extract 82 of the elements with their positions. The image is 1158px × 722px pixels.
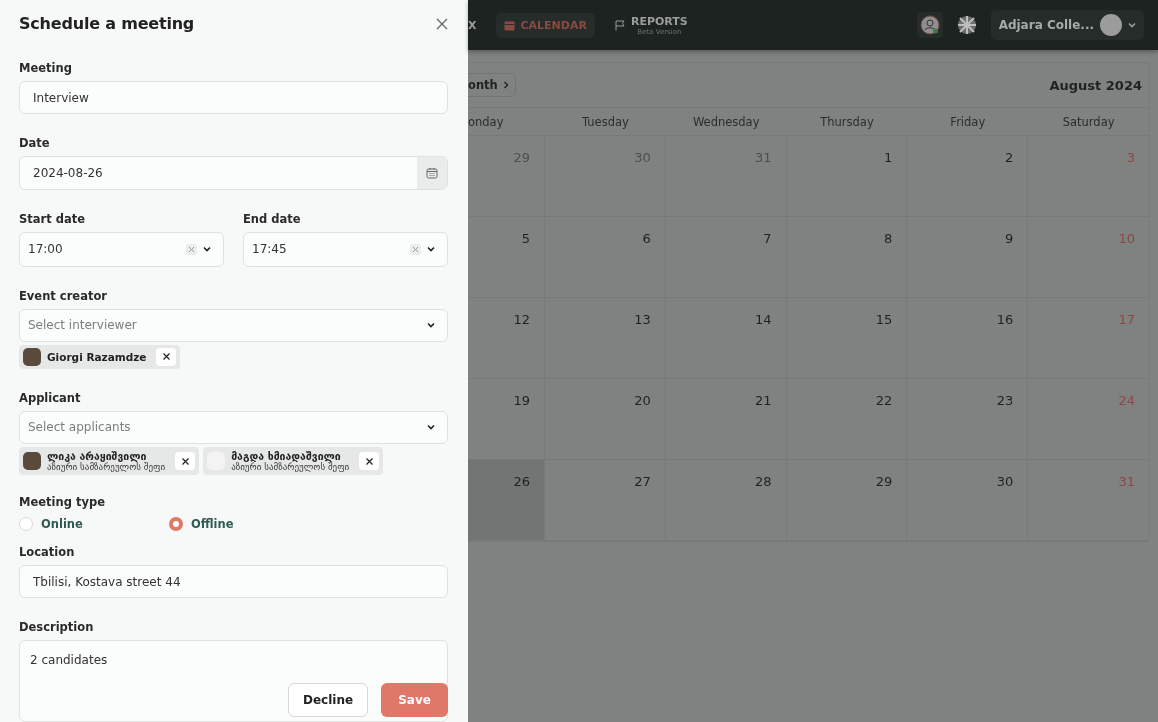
radio-label[interactable]: Offline [191, 517, 234, 531]
day-cell[interactable]: 2 [907, 136, 1029, 217]
chip-role: აზიური სამზარეულოს შეფი [231, 462, 350, 472]
meeting-field[interactable]: Interview [19, 81, 448, 115]
day-cell[interactable]: 28 [665, 460, 787, 541]
field-label: Applicant [19, 390, 81, 405]
field-label: Meeting type [19, 495, 105, 509]
radio-button[interactable] [169, 517, 183, 531]
day-cell[interactable]: 8 [786, 217, 908, 298]
field-label: End date [243, 211, 301, 226]
weekday-header: Thursday [786, 108, 908, 136]
clear-icon[interactable] [186, 243, 197, 255]
next-month-button[interactable]: onth [468, 73, 516, 97]
account-menu[interactable]: Adjara Colle... [990, 10, 1144, 40]
description-field[interactable]: 2 candidates Decline Save [19, 640, 448, 722]
time-select[interactable]: 17:45 [243, 231, 448, 267]
field-label: Date [19, 136, 50, 151]
day-cell[interactable]: 5 [468, 217, 545, 298]
remove-button[interactable] [156, 347, 177, 366]
time-select[interactable]: 17:00 [19, 231, 224, 267]
month-title: August 2024 [1049, 77, 1142, 93]
field-label: Meeting [19, 61, 72, 76]
day-cell[interactable]: 23 [907, 379, 1029, 460]
day-cell[interactable]: 15 [786, 298, 908, 379]
nav-tab[interactable]: X [468, 12, 485, 38]
weekday-header: Friday [907, 108, 1029, 136]
chevron-down-icon [427, 424, 435, 431]
dialog-title: Schedule a meeting [19, 14, 195, 34]
day-cell[interactable]: 29 [786, 460, 908, 541]
field-label: Start date [19, 211, 85, 226]
close-icon [365, 457, 373, 465]
field-label: Description [19, 620, 94, 635]
chip-role: აზიური სამზარეულოს შეფი [47, 462, 166, 472]
weekday-header: Wednesday [665, 108, 787, 136]
calendar-button[interactable] [417, 157, 447, 189]
location-field[interactable]: Tbilisi, Kostava street 44 [19, 565, 448, 599]
weekday-header: Saturday [1028, 108, 1149, 136]
day-cell[interactable]: 13 [545, 298, 666, 379]
calendar-icon [504, 19, 516, 31]
day-cell[interactable]: 1 [786, 136, 908, 217]
description-text: 2 candidates [30, 653, 108, 668]
weekday-header: Tuesday [545, 108, 666, 136]
day-cell[interactable]: 16 [907, 298, 1029, 379]
day-cell[interactable]: 21 [665, 379, 787, 460]
profile-button[interactable] [916, 12, 943, 38]
day-cell[interactable]: 20 [545, 379, 666, 460]
chip-name: Giorgi Razamdze [47, 350, 147, 363]
calendar-icon [426, 167, 438, 180]
chip-name: მაგდა ხმიადაშვილი [231, 450, 342, 462]
day-cell[interactable]: 6 [545, 217, 666, 298]
field-label: Location [19, 545, 75, 559]
nav-tab[interactable]: CALENDAR [496, 12, 595, 38]
day-cell[interactable]: 22 [786, 379, 908, 460]
chevron-down-icon[interactable] [427, 246, 435, 253]
day-cell[interactable]: 27 [545, 460, 666, 541]
remove-button[interactable] [359, 452, 380, 470]
day-cell[interactable]: 30 [907, 460, 1029, 541]
day-cell[interactable]: 26 [468, 460, 545, 541]
close-icon[interactable] [436, 17, 448, 30]
close-icon [162, 353, 170, 361]
chevron-down-icon [427, 322, 435, 329]
chevron-down-icon[interactable] [203, 246, 211, 253]
day-cell[interactable]: 9 [907, 217, 1029, 298]
chevron-right-icon [502, 81, 509, 89]
applicants-select[interactable]: Select applicants [19, 410, 448, 444]
day-cell[interactable]: 12 [468, 298, 545, 379]
field-label: Event creator [19, 288, 107, 303]
day-cell[interactable]: 14 [665, 298, 787, 379]
radio-label[interactable]: Online [41, 517, 83, 531]
day-cell[interactable]: 7 [665, 217, 787, 298]
user-icon [919, 15, 940, 35]
close-icon [181, 457, 189, 465]
weekday-header: onday [468, 108, 545, 136]
date-field[interactable]: 2024-08-26 [19, 156, 448, 190]
remove-button[interactable] [175, 452, 196, 470]
interviewer-select[interactable]: Select interviewer [19, 308, 448, 342]
clear-icon[interactable] [410, 243, 421, 255]
logo-placeholder [1100, 14, 1122, 36]
decline-button[interactable]: Decline [288, 683, 368, 717]
save-button[interactable]: Save [381, 683, 448, 717]
chevron-down-icon [1128, 22, 1136, 28]
chip-name: ლიკა არაყიშვილი [47, 450, 148, 462]
